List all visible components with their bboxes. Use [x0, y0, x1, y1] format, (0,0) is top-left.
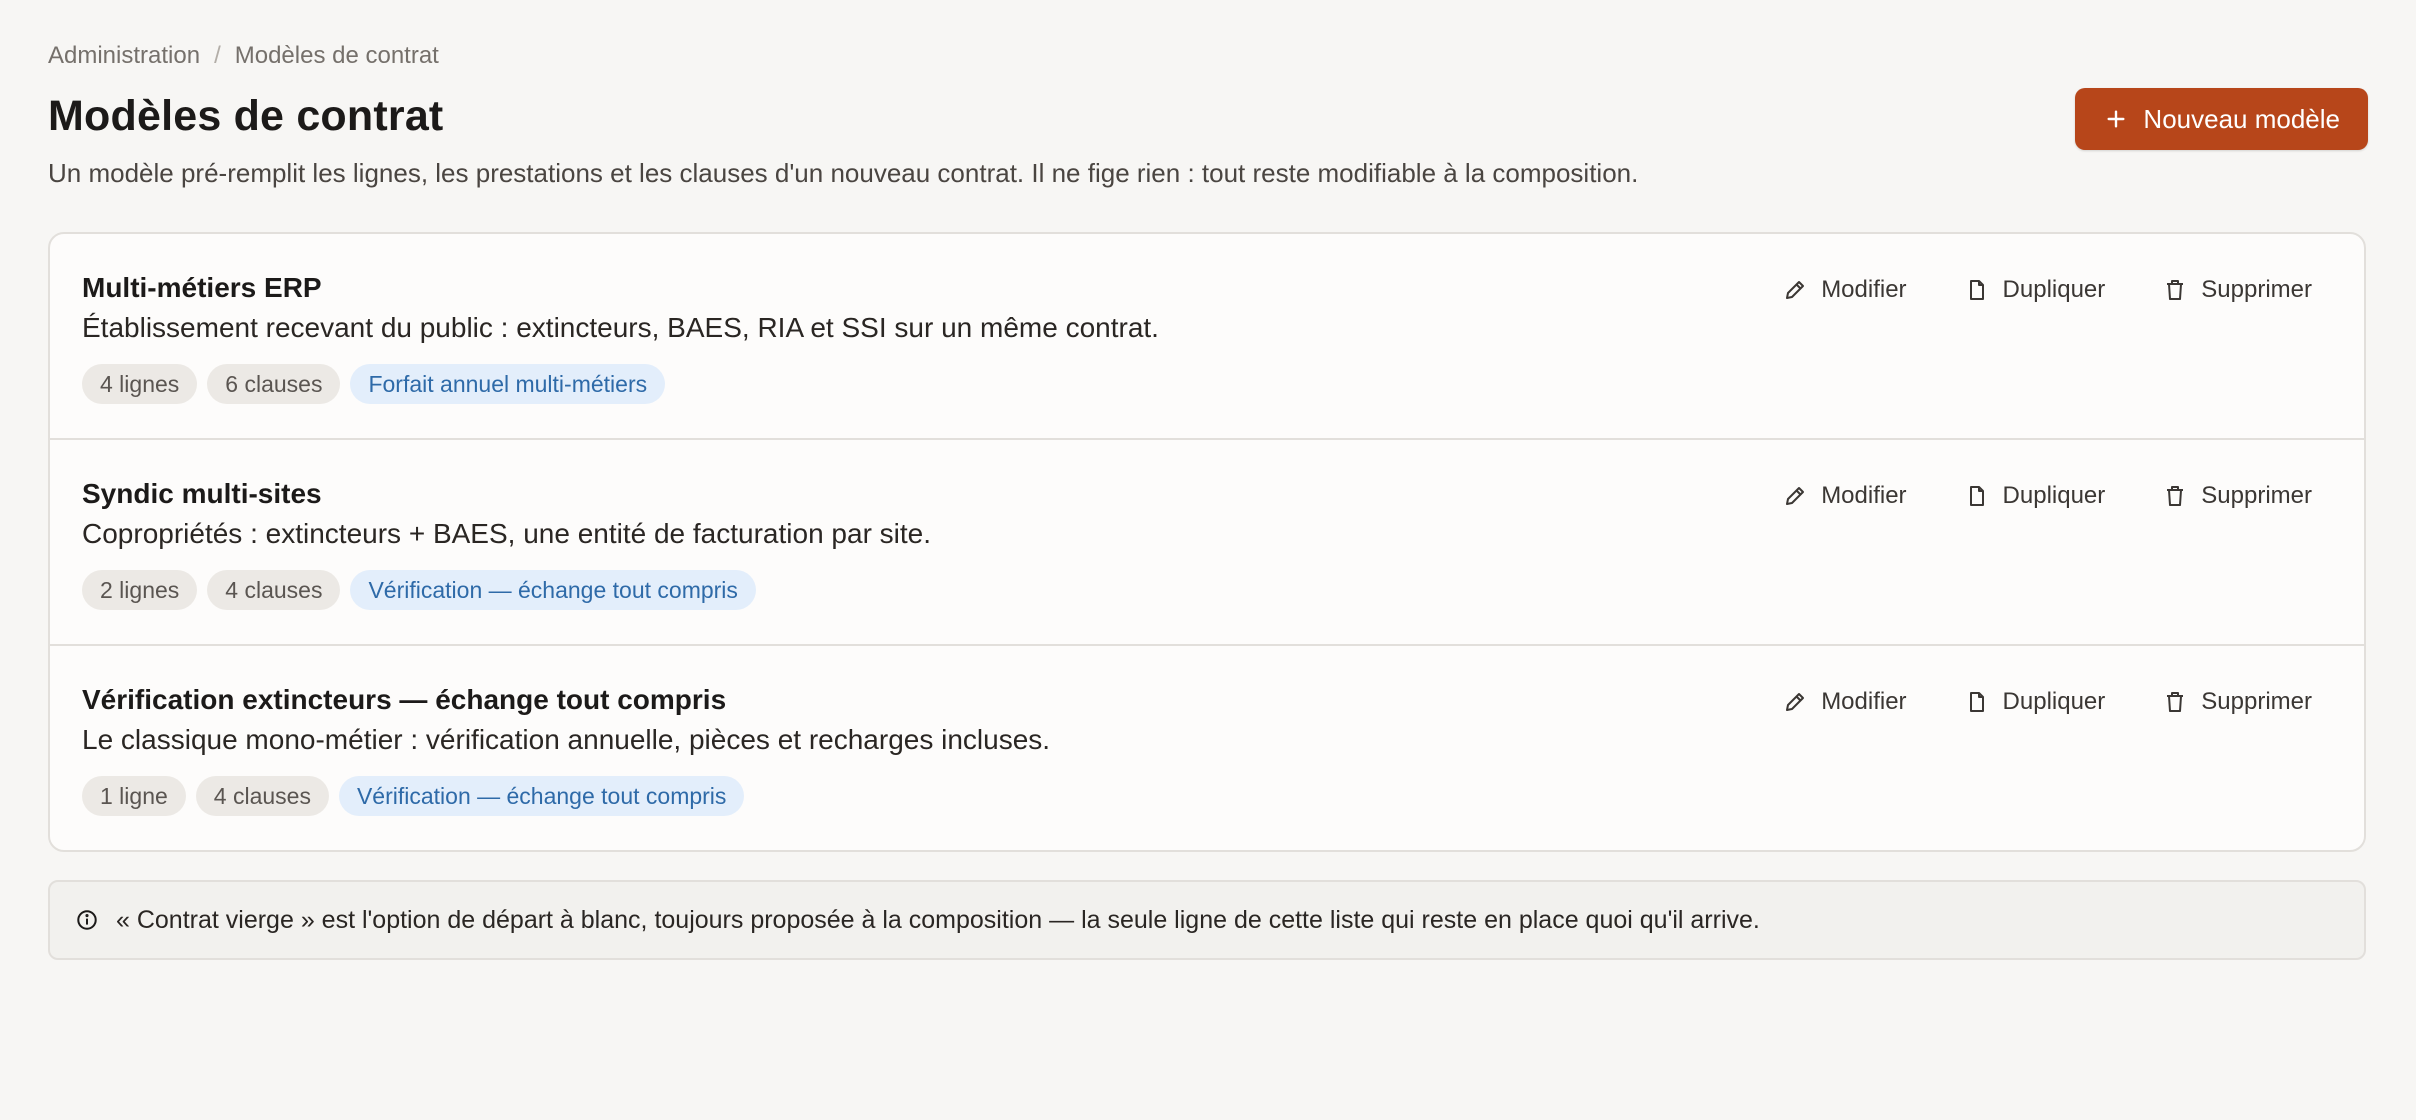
breadcrumb-current: Modèles de contrat	[234, 42, 439, 69]
template-description: Le classique mono-métier : vérification …	[82, 724, 1051, 755]
edit-button[interactable]: Modifier	[1783, 688, 1907, 716]
info-note: « Contrat vierge » est l'option de dépar…	[48, 880, 2366, 960]
edit-label: Modifier	[1821, 688, 1907, 715]
template-tags: 1 ligne 4 clauses Vérification — échange…	[82, 776, 745, 816]
clauses-count-badge: 4 clauses	[195, 776, 329, 816]
breadcrumb-administration-link[interactable]: Administration	[48, 42, 200, 70]
template-actions: Modifier Dupliquer Supprimer	[1783, 276, 2312, 304]
breadcrumb: Administration / Modèles de contrat	[48, 42, 439, 70]
template-actions: Modifier Dupliquer Supprimer	[1783, 688, 2312, 716]
edit-button[interactable]: Modifier	[1783, 276, 1907, 304]
duplicate-label: Dupliquer	[2002, 688, 2106, 715]
lines-count-badge: 1 ligne	[82, 776, 186, 816]
duplicate-label: Dupliquer	[2002, 276, 2106, 303]
delete-label: Supprimer	[2201, 482, 2312, 509]
delete-button[interactable]: Supprimer	[2163, 688, 2312, 716]
duplicate-button[interactable]: Dupliquer	[1965, 688, 2106, 716]
trash-icon	[2167, 692, 2184, 712]
clauses-count-badge: 4 clauses	[207, 570, 341, 610]
duplicate-label: Dupliquer	[2002, 482, 2106, 509]
pencil-icon	[1786, 281, 1805, 299]
document-icon	[1969, 692, 1984, 712]
template-description: Établissement recevant du public : extin…	[82, 312, 1159, 343]
template-card: Multi-métiers ERP Établissement recevant…	[50, 234, 2364, 440]
delete-button[interactable]: Supprimer	[2163, 482, 2312, 510]
new-template-label: Nouveau modèle	[2143, 103, 2340, 134]
plus-icon	[2107, 110, 2125, 128]
edit-label: Modifier	[1821, 276, 1907, 303]
page-title: Modèles de contrat	[48, 92, 444, 140]
pencil-icon	[1786, 487, 1805, 505]
info-icon	[77, 910, 97, 930]
new-template-button[interactable]: Nouveau modèle	[2075, 88, 2368, 150]
info-note-text: « Contrat vierge » est l'option de dépar…	[116, 905, 1760, 934]
template-title: Vérification extincteurs — échange tout …	[82, 684, 727, 715]
trash-icon	[2167, 486, 2184, 506]
template-title: Syndic multi-sites	[82, 478, 322, 509]
lines-count-badge: 4 lignes	[82, 364, 198, 404]
document-icon	[1969, 280, 1984, 300]
edit-button[interactable]: Modifier	[1783, 482, 1907, 510]
template-title: Multi-métiers ERP	[82, 272, 322, 303]
template-tags: 2 lignes 4 clauses Vérification — échang…	[82, 570, 756, 610]
lines-count-badge: 2 lignes	[82, 570, 198, 610]
delete-button[interactable]: Supprimer	[2163, 276, 2312, 304]
duplicate-button[interactable]: Dupliquer	[1965, 482, 2106, 510]
trash-icon	[2167, 280, 2184, 300]
pricing-badge: Vérification — échange tout compris	[350, 570, 756, 610]
template-tags: 4 lignes 6 clauses Forfait annuel multi-…	[82, 364, 666, 404]
pricing-badge: Vérification — échange tout compris	[338, 776, 745, 816]
pricing-badge: Forfait annuel multi-métiers	[350, 364, 666, 404]
template-description: Copropriétés : extincteurs + BAES, une e…	[82, 518, 932, 549]
template-list: Multi-métiers ERP Établissement recevant…	[48, 232, 2366, 852]
delete-label: Supprimer	[2201, 688, 2312, 715]
duplicate-button[interactable]: Dupliquer	[1965, 276, 2106, 304]
page-subtitle: Un modèle pré-remplit les lignes, les pr…	[48, 158, 1639, 188]
delete-label: Supprimer	[2201, 276, 2312, 303]
clauses-count-badge: 6 clauses	[207, 364, 341, 404]
edit-label: Modifier	[1821, 482, 1907, 509]
template-actions: Modifier Dupliquer Supprimer	[1783, 482, 2312, 510]
breadcrumb-separator: /	[214, 42, 221, 69]
pencil-icon	[1786, 693, 1805, 711]
page: Administration / Modèles de contrat Modè…	[0, 0, 2416, 1120]
template-card: Syndic multi-sites Copropriétés : extinc…	[50, 440, 2364, 646]
document-icon	[1969, 486, 1984, 506]
template-card: Vérification extincteurs — échange tout …	[50, 646, 2364, 850]
